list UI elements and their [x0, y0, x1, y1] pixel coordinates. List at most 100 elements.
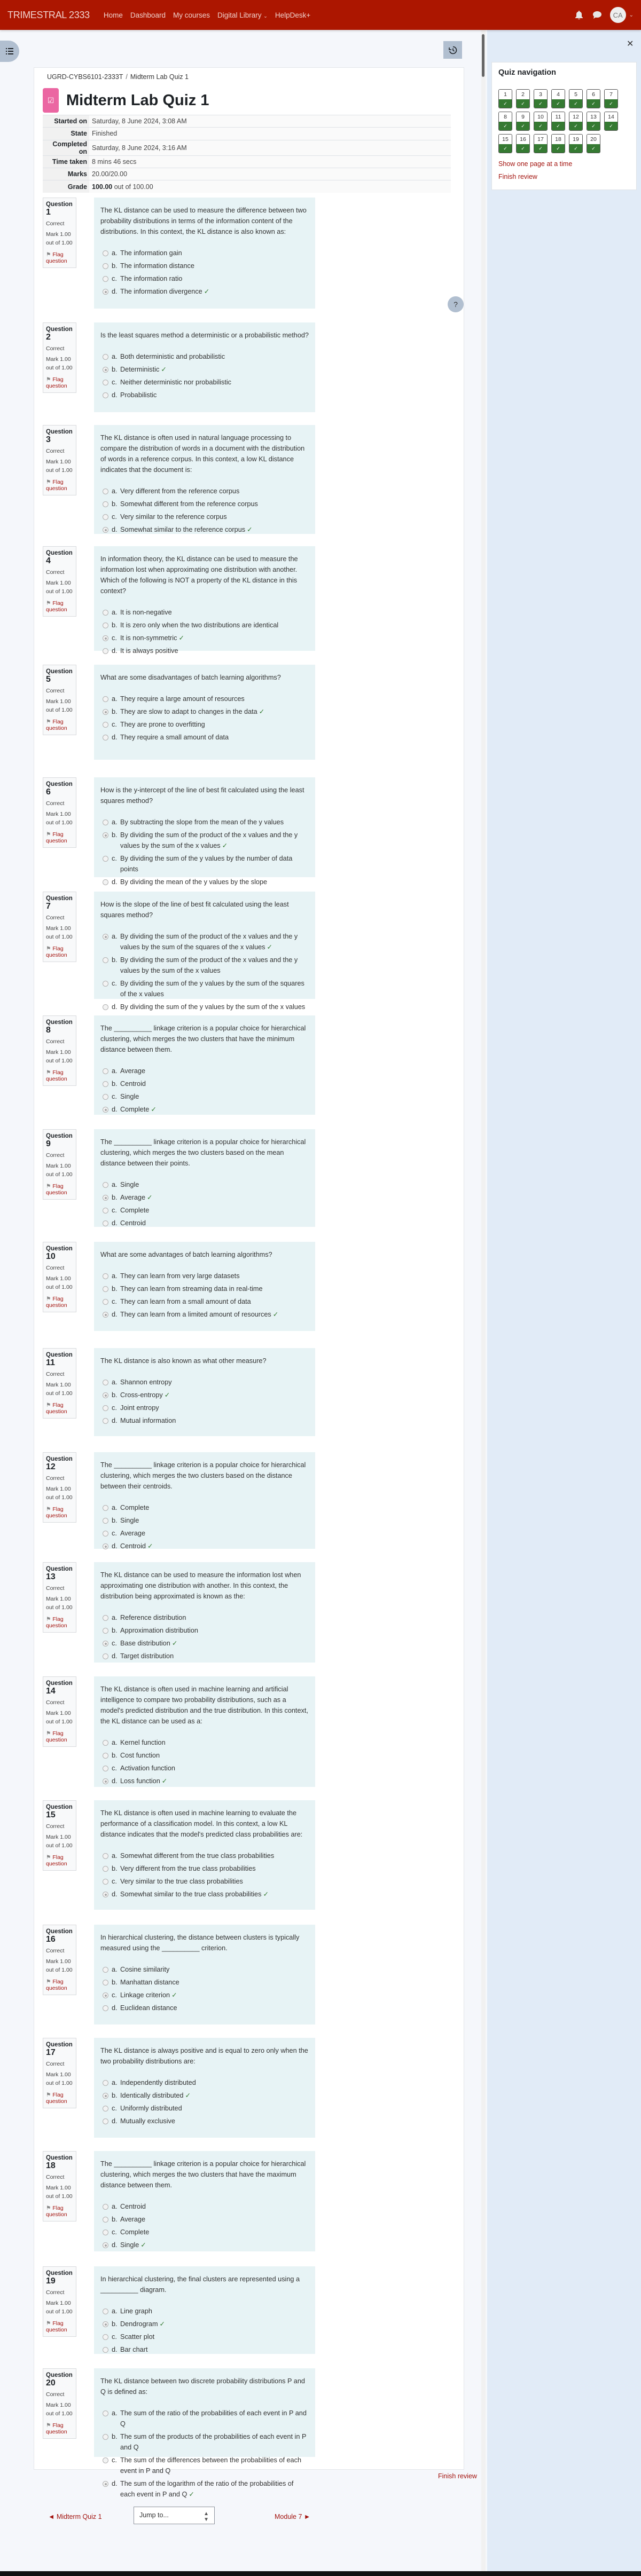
- answer-option[interactable]: c. By dividing the sum of the y values b…: [100, 853, 309, 875]
- answer-option[interactable]: d. Mutually exclusive: [100, 2116, 309, 2126]
- answer-option[interactable]: c. Scatter plot: [100, 2331, 309, 2342]
- answer-option[interactable]: a. Line graph: [100, 2306, 309, 2317]
- radio-button[interactable]: [103, 1505, 108, 1511]
- radio-button[interactable]: [103, 1641, 108, 1647]
- answer-option[interactable]: d. They require a small amount of data: [100, 732, 309, 743]
- nav-home[interactable]: Home: [104, 11, 123, 19]
- answer-option[interactable]: d. Centroid: [100, 1218, 309, 1228]
- radio-button[interactable]: [103, 276, 108, 282]
- answer-option[interactable]: c. Complete: [100, 2227, 309, 2238]
- radio-button[interactable]: [103, 1405, 108, 1411]
- radio-button[interactable]: [103, 2457, 108, 2463]
- flag-question-button[interactable]: ⚑ Flag question: [46, 1979, 73, 1991]
- answer-option[interactable]: c. They are prone to overfitting: [100, 719, 309, 730]
- flag-question-button[interactable]: ⚑ Flag question: [46, 1854, 73, 1867]
- radio-button[interactable]: [103, 1208, 108, 1214]
- answer-option[interactable]: d. Target distribution: [100, 1651, 309, 1661]
- flag-question-button[interactable]: ⚑ Flag question: [46, 1506, 73, 1519]
- quiz-nav-button[interactable]: 11 ✓: [551, 112, 565, 131]
- answer-option[interactable]: b. Average: [100, 2214, 309, 2225]
- nav-digital-library[interactable]: Digital Library ⌄: [217, 11, 268, 19]
- radio-button[interactable]: [103, 289, 108, 295]
- answer-option[interactable]: c. Linkage criterion ✓: [100, 1990, 309, 2000]
- quiz-nav-button[interactable]: 14 ✓: [604, 112, 618, 131]
- radio-button[interactable]: [103, 250, 108, 256]
- flag-question-button[interactable]: ⚑ Flag question: [46, 2422, 73, 2435]
- answer-option[interactable]: c. Very similar to the true class probab…: [100, 1876, 309, 1887]
- flag-question-button[interactable]: ⚑ Flag question: [46, 479, 73, 492]
- radio-button[interactable]: [103, 1531, 108, 1537]
- flag-question-button[interactable]: ⚑ Flag question: [46, 1616, 73, 1629]
- answer-option[interactable]: b. Deterministic ✓: [100, 364, 309, 375]
- answer-option[interactable]: b. Very different from the true class pr…: [100, 1863, 309, 1874]
- quiz-nav-button[interactable]: 5 ✓: [569, 89, 583, 108]
- answer-option[interactable]: a. Kernel function: [100, 1737, 309, 1748]
- answer-option[interactable]: d. Loss function ✓: [100, 1776, 309, 1786]
- radio-button[interactable]: [103, 1980, 108, 1986]
- quiz-nav-button[interactable]: 3 ✓: [534, 89, 548, 108]
- bell-icon[interactable]: [574, 10, 584, 20]
- flag-question-button[interactable]: ⚑ Flag question: [46, 1730, 73, 1743]
- answer-option[interactable]: c. Joint entropy: [100, 1403, 309, 1413]
- answer-option[interactable]: b. Manhattan distance: [100, 1977, 309, 1988]
- show-one-page-link[interactable]: Show one page at a time: [498, 160, 572, 168]
- quiz-nav-button[interactable]: 20 ✓: [587, 134, 600, 153]
- flag-question-button[interactable]: ⚑ Flag question: [46, 251, 73, 264]
- answer-option[interactable]: c. Uniformly distributed: [100, 2103, 309, 2114]
- quiz-nav-button[interactable]: 12 ✓: [569, 112, 583, 131]
- answer-option[interactable]: a. Single: [100, 1179, 309, 1190]
- radio-button[interactable]: [103, 1653, 108, 1659]
- radio-button[interactable]: [103, 934, 108, 940]
- answer-option[interactable]: a. Independently distributed: [100, 2077, 309, 2088]
- answer-option[interactable]: c. Activation function: [100, 1763, 309, 1774]
- flag-question-button[interactable]: ⚑ Flag question: [46, 2205, 73, 2218]
- radio-button[interactable]: [103, 367, 108, 373]
- user-avatar[interactable]: CA: [609, 7, 626, 23]
- answer-option[interactable]: a. The sum of the ratio of the probabili…: [100, 2408, 309, 2429]
- answer-option[interactable]: b. They can learn from streaming data in…: [100, 1283, 309, 1294]
- next-activity-link[interactable]: Module 7 ►: [275, 2513, 310, 2520]
- jump-to-select[interactable]: Jump to... ▲ ▼: [134, 2507, 215, 2524]
- answer-option[interactable]: d. Euclidean distance: [100, 2003, 309, 2013]
- answer-option[interactable]: a. It is non-negative: [100, 607, 309, 618]
- radio-button[interactable]: [103, 1628, 108, 1634]
- answer-option[interactable]: b. By dividing the sum of the product of…: [100, 830, 309, 851]
- nav-helpdesk[interactable]: HelpDesk+: [275, 11, 310, 19]
- answer-option[interactable]: a. Cosine similarity: [100, 1964, 309, 1975]
- radio-button[interactable]: [103, 2080, 108, 2086]
- radio-button[interactable]: [103, 610, 108, 616]
- quiz-nav-button[interactable]: 4 ✓: [551, 89, 565, 108]
- flag-question-button[interactable]: ⚑ Flag question: [46, 376, 73, 389]
- radio-button[interactable]: [103, 623, 108, 628]
- radio-button[interactable]: [103, 735, 108, 740]
- answer-option[interactable]: b. Cross-entropy ✓: [100, 1390, 309, 1400]
- radio-button[interactable]: [103, 1892, 108, 1897]
- radio-button[interactable]: [103, 832, 108, 838]
- answer-option[interactable]: c. Complete: [100, 1205, 309, 1216]
- answer-option[interactable]: b. Centroid: [100, 1078, 309, 1089]
- answer-option[interactable]: c. Single: [100, 1091, 309, 1102]
- answer-option[interactable]: d. Probabilistic: [100, 390, 309, 400]
- course-index-toggle[interactable]: [0, 41, 19, 62]
- radio-button[interactable]: [103, 709, 108, 715]
- radio-button[interactable]: [103, 1220, 108, 1226]
- answer-option[interactable]: c. By dividing the sum of the y values b…: [100, 978, 309, 999]
- radio-button[interactable]: [103, 2309, 108, 2314]
- quiz-nav-button[interactable]: 1 ✓: [498, 89, 512, 108]
- quiz-nav-button[interactable]: 6 ✓: [587, 89, 600, 108]
- answer-option[interactable]: b. By dividing the sum of the product of…: [100, 955, 309, 976]
- answer-option[interactable]: a. Complete: [100, 1502, 309, 1513]
- radio-button[interactable]: [103, 2230, 108, 2235]
- quiz-nav-button[interactable]: 8 ✓: [498, 112, 512, 131]
- radio-button[interactable]: [103, 1615, 108, 1621]
- answer-option[interactable]: b. Average ✓: [100, 1192, 309, 1203]
- answer-option[interactable]: c. The information ratio: [100, 273, 309, 284]
- quiz-nav-button[interactable]: 10 ✓: [534, 112, 548, 131]
- radio-button[interactable]: [103, 1380, 108, 1385]
- breadcrumb-page[interactable]: Midterm Lab Quiz 1: [130, 73, 189, 81]
- radio-button[interactable]: [103, 527, 108, 533]
- answer-option[interactable]: d. Somewhat similar to the true class pr…: [100, 1889, 309, 1900]
- answer-option[interactable]: a. They require a large amount of resour…: [100, 694, 309, 704]
- radio-button[interactable]: [103, 1543, 108, 1549]
- flag-question-button[interactable]: ⚑ Flag question: [46, 1296, 73, 1309]
